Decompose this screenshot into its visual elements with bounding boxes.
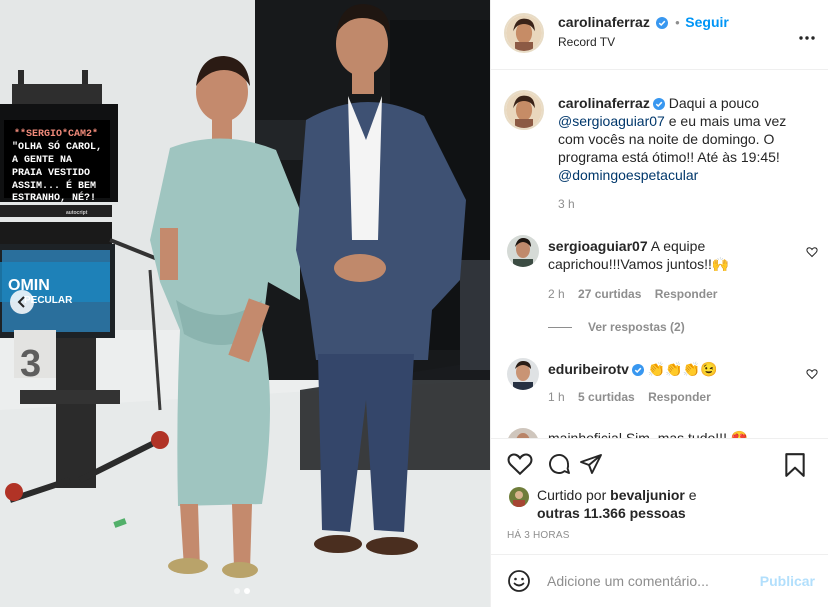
mention-link[interactable]: @domingoespetacular: [558, 166, 820, 184]
instagram-post-modal: **SERGIO*CAM2* "OLHA SÓ CAROL, A GENTE N…: [0, 0, 828, 607]
commenter-avatar[interactable]: [507, 428, 539, 438]
author-avatar[interactable]: [504, 13, 544, 53]
comment-time[interactable]: 1 h: [548, 390, 565, 404]
liked-by-user[interactable]: bevaljunior: [610, 487, 685, 503]
reply-button[interactable]: Responder: [655, 287, 718, 301]
post-header: carolinaferraz • Seguir Record TV: [491, 0, 828, 70]
comment-meta: 1 h 5 curtidas Responder: [548, 390, 711, 404]
comment-likes[interactable]: 5 curtidas: [578, 390, 635, 404]
comment: eduribeirotv 👏👏👏😉: [548, 360, 788, 378]
carousel-dot: [234, 588, 240, 594]
likes-count-link[interactable]: outras 11.366 pessoas: [537, 505, 686, 521]
replies-line: [548, 327, 572, 328]
publish-button[interactable]: Publicar: [760, 573, 815, 589]
share-paper-plane-icon[interactable]: [579, 452, 603, 476]
caption-text: com vocês na noite de domingo. O: [558, 131, 775, 147]
reply-button[interactable]: Responder: [648, 390, 711, 404]
prompter-line: ASSIM... É BEM: [12, 178, 96, 192]
liked-by-prefix: Curtido por: [537, 487, 607, 503]
comment-time[interactable]: 2 h: [548, 287, 565, 301]
comment-text: A equipe: [650, 238, 706, 254]
verified-badge-icon: [652, 98, 665, 110]
comment-meta: 2 h 27 curtidas Responder: [548, 287, 717, 301]
header-line: carolinaferraz • Seguir: [558, 14, 729, 30]
post-caption: carolinaferraz Daqui a pouco @sergioagui…: [558, 94, 820, 184]
like-comment-heart-icon[interactable]: [806, 368, 818, 380]
save-bookmark-icon[interactable]: [784, 452, 806, 478]
like-heart-icon[interactable]: [507, 452, 533, 476]
avatar-image: [507, 358, 539, 390]
comment-clipped: mainhoficial Sim, mas tudo!!! 😍: [548, 430, 749, 438]
caption-username[interactable]: carolinaferraz: [558, 95, 650, 111]
author-username[interactable]: carolinaferraz: [558, 14, 650, 30]
comment-text: 👏👏👏😉: [647, 361, 718, 377]
mention-link[interactable]: @sergioaguiar07: [558, 113, 665, 129]
brand-text: autocript: [66, 210, 88, 216]
post-photo[interactable]: **SERGIO*CAM2* "OLHA SÓ CAROL, A GENTE N…: [0, 0, 490, 607]
carousel-dot-active: [244, 588, 250, 594]
caption-text: e eu mais uma vez: [668, 113, 787, 129]
view-replies-button[interactable]: Ver respostas (2): [588, 320, 685, 334]
separator-dot: •: [675, 15, 680, 30]
like-comment-heart-icon[interactable]: [806, 246, 818, 258]
prompter-line: PRAIA VESTIDO: [12, 168, 90, 179]
prompter-line: **SERGIO*CAM2*: [14, 128, 98, 140]
comment-username[interactable]: eduribeirotv: [548, 361, 629, 377]
avatar-image: [506, 92, 542, 128]
commenter-avatar[interactable]: [507, 235, 539, 267]
studio-photo: **SERGIO*CAM2* "OLHA SÓ CAROL, A GENTE N…: [0, 0, 490, 607]
emoji-smiley-icon[interactable]: [507, 569, 531, 593]
comment-composer: Publicar: [491, 554, 828, 607]
comment-likes[interactable]: 27 curtidas: [578, 287, 641, 301]
avatar-image: [506, 15, 542, 51]
verified-badge-icon: [631, 364, 644, 376]
comments-section: carolinaferraz Daqui a pouco @sergioagui…: [491, 70, 828, 438]
comment-input[interactable]: [547, 569, 747, 593]
camera-number: 3: [20, 343, 41, 385]
commenter-avatar[interactable]: [507, 358, 539, 390]
prompter-line: ESTRANHO, NÉ?!: [12, 190, 96, 204]
carousel-indicator: [234, 588, 250, 594]
avatar-image: [507, 428, 539, 438]
post-side-panel: carolinaferraz • Seguir Record TV caroli…: [490, 0, 828, 607]
comment-username[interactable]: sergioaguiar07: [548, 238, 648, 254]
caption-text: Daqui a pouco: [668, 95, 760, 111]
caption-text: programa está ótimo!! Até às 19:45!: [558, 149, 780, 165]
comment: sergioaguiar07 A equipe caprichou!!!Vamo…: [548, 237, 788, 273]
more-horizontal-icon: [799, 36, 815, 40]
prompter-line: A GENTE NA: [12, 155, 72, 166]
caption-timestamp[interactable]: 3 h: [558, 197, 575, 211]
liked-by-connector: e: [688, 487, 697, 503]
post-location[interactable]: Record TV: [558, 35, 615, 49]
liked-by-summary: Curtido por bevaljunior e outras 11.366 …: [537, 486, 777, 522]
comment-text: caprichou!!!Vamos juntos!!🙌: [548, 256, 730, 272]
caption-author-avatar[interactable]: [504, 90, 544, 130]
verified-badge-icon: [656, 17, 669, 29]
follow-button[interactable]: Seguir: [685, 14, 729, 30]
more-options-button[interactable]: [799, 28, 815, 43]
post-actions: Curtido por bevaljunior e outras 11.366 …: [491, 438, 828, 554]
avatar-image: [507, 235, 539, 267]
comment-bubble-icon[interactable]: [547, 452, 571, 476]
previous-photo-button[interactable]: [10, 290, 34, 314]
avatar-image: [509, 487, 529, 507]
post-time-ago[interactable]: HÁ 3 HORAS: [507, 530, 570, 541]
prompter-line: "OLHA SÓ CAROL,: [12, 139, 102, 153]
chevron-left-icon: [17, 296, 25, 308]
liker-avatar[interactable]: [509, 487, 529, 507]
